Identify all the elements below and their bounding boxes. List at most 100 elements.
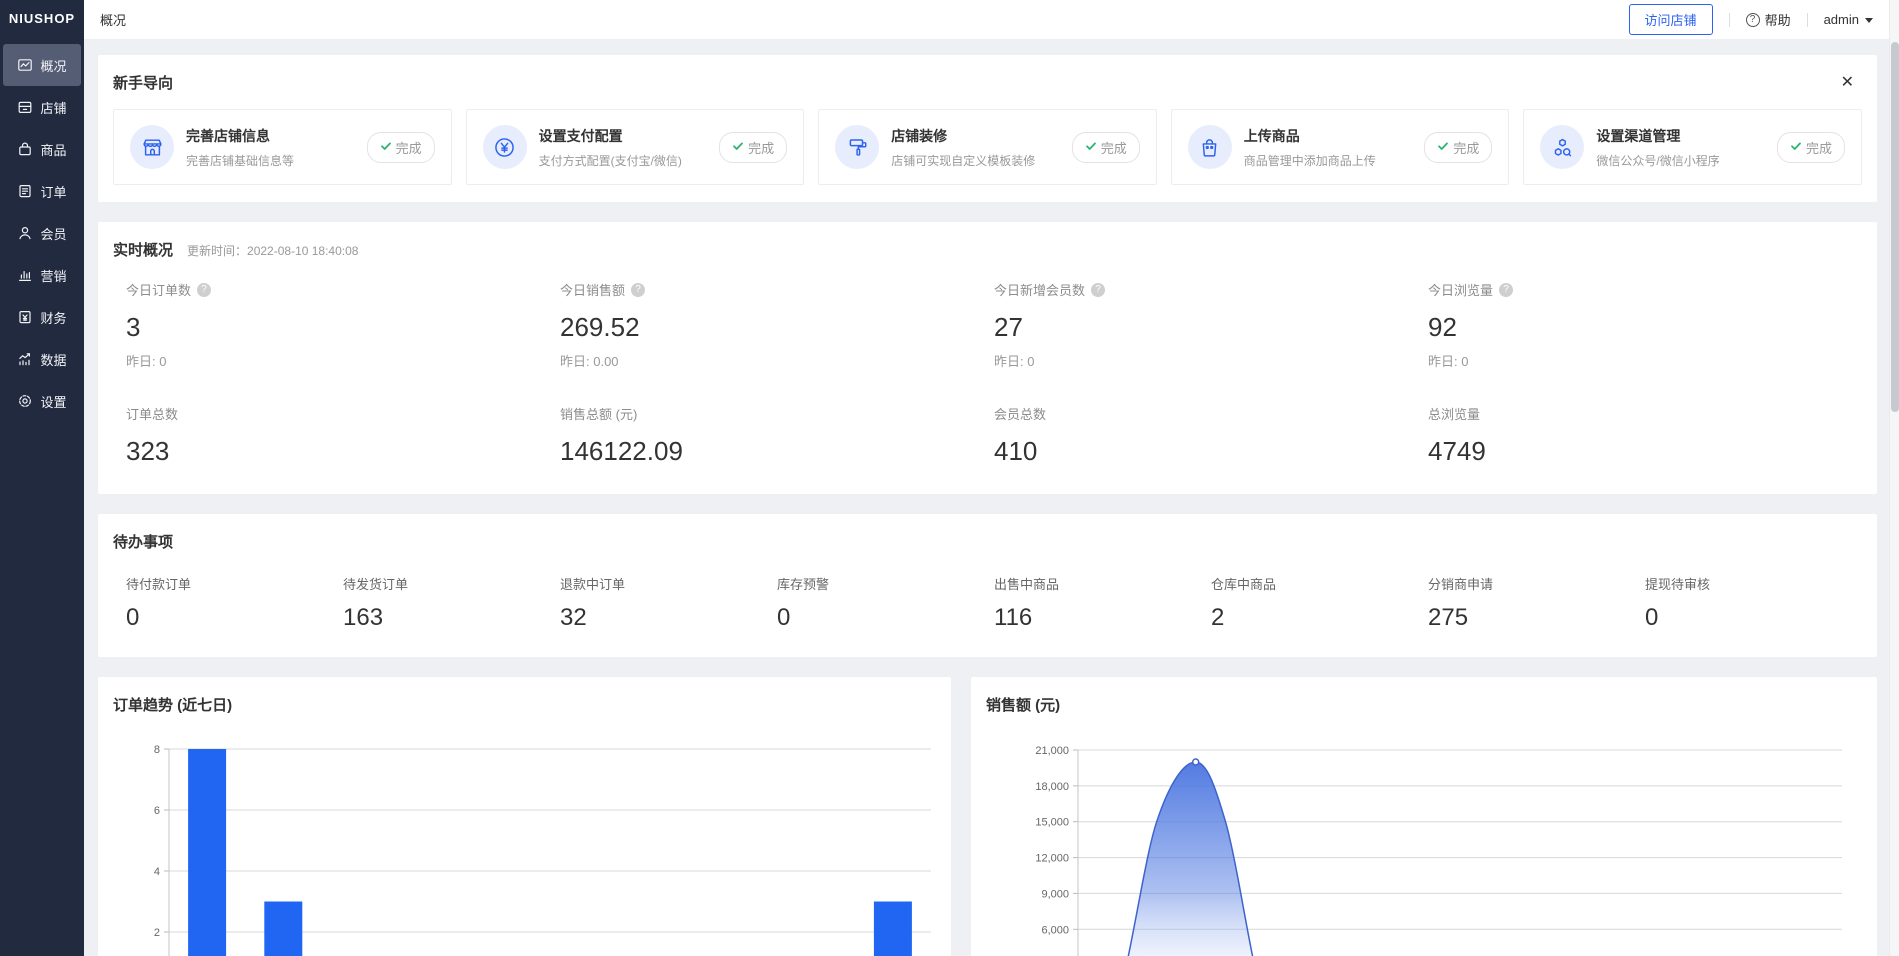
close-icon[interactable]: ✕: [1841, 75, 1854, 91]
stat-cell: 今日浏览量? 92 昨日: 0: [1428, 280, 1862, 370]
help-button[interactable]: ? 帮助: [1746, 10, 1791, 29]
sidebar-item-overview[interactable]: 概况: [3, 44, 81, 86]
stat-cell: 销售总额 (元) 146122.09: [560, 404, 994, 467]
sidebar-item-marketing[interactable]: 营销: [3, 254, 81, 296]
todo-cell[interactable]: 出售中商品116: [994, 574, 1211, 632]
guide-card-title: 上传商品: [1244, 126, 1413, 146]
sidebar-item-label: 设置: [40, 392, 66, 411]
yen-circle-icon: [483, 125, 527, 169]
guide-card-desc: 店铺可实现自定义模板装修: [891, 152, 1060, 169]
check-icon: [380, 140, 392, 155]
overview-icon: [17, 57, 33, 73]
help-icon[interactable]: ?: [197, 283, 211, 297]
stat-cell: 订单总数323: [126, 404, 560, 467]
stat-label: 总浏览量: [1428, 404, 1862, 423]
sidebar-item-shop[interactable]: 店铺: [3, 86, 81, 128]
todo-cell[interactable]: 仓库中商品 2: [1211, 574, 1428, 632]
stat-value: 92: [1428, 311, 1862, 343]
sidebar-item-label: 商品: [40, 140, 66, 159]
stat-value: 4749: [1428, 435, 1862, 467]
svg-text:4: 4: [154, 866, 160, 878]
todo-card: 待办事项 待付款订单0待发货订单163退款中订单32库存预警0出售中商品116仓…: [98, 514, 1877, 657]
todo-label: 待发货订单: [343, 574, 560, 593]
user-menu[interactable]: admin: [1824, 12, 1873, 27]
todo-label: 出售中商品: [994, 574, 1211, 593]
order-icon: [17, 183, 33, 199]
stat-cell: 今日新增会员数?27昨日: 0: [994, 280, 1428, 370]
todo-cell[interactable]: 提现待审核0: [1645, 574, 1862, 632]
guide-card-title: 完善店铺信息: [186, 126, 355, 146]
stat-value: 3: [126, 311, 560, 343]
topbar: 概况 访问店铺 ? 帮助 admin: [84, 0, 1899, 39]
guide-title: 新手导向: [113, 72, 173, 93]
todo-value: 0: [1645, 604, 1862, 632]
todo-cell[interactable]: 库存预警0: [777, 574, 994, 632]
stat-label: 今日新增会员数?: [994, 280, 1428, 299]
todo-cell[interactable]: 待发货订单163: [343, 574, 560, 632]
vertical-scrollbar[interactable]: [1889, 0, 1899, 956]
guide-card[interactable]: 设置渠道管理微信公众号/微信小程序完成: [1523, 109, 1862, 185]
visit-shop-button[interactable]: 访问店铺: [1629, 4, 1713, 35]
content: 新手导向 ✕ 完善店铺信息完善店铺基础信息等完成设置支付配置支付方式配置(支付宝…: [84, 39, 1899, 956]
todo-label: 待付款订单: [126, 574, 343, 593]
guide-card-desc: 商品管理中添加商品上传: [1244, 152, 1413, 169]
sidebar-menu: 概况店铺商品订单会员营销财务数据设置: [0, 44, 84, 422]
todo-label: 分销商申请: [1428, 574, 1645, 593]
todo-label: 仓库中商品: [1211, 574, 1428, 593]
stat-value: 323: [126, 435, 560, 467]
help-icon[interactable]: ?: [1091, 283, 1105, 297]
stat-value: 269.52: [560, 311, 994, 343]
stat-yesterday: 昨日: 0: [1428, 351, 1862, 370]
done-badge: 完成: [719, 132, 787, 163]
help-icon: ?: [1746, 13, 1760, 27]
help-icon[interactable]: ?: [1499, 283, 1513, 297]
update-time: 更新时间：2022-08-10 18:40:08: [187, 242, 358, 259]
stat-label: 今日浏览量?: [1428, 280, 1862, 299]
sidebar-item-goods[interactable]: 商品: [3, 128, 81, 170]
storefront-icon: [130, 125, 174, 169]
stat-label: 会员总数: [994, 404, 1428, 423]
guide-card[interactable]: 店铺装修店铺可实现自定义模板装修完成: [818, 109, 1157, 185]
marketing-icon: [17, 267, 33, 283]
sidebar-item-settings[interactable]: 设置: [3, 380, 81, 422]
todo-value: 32: [560, 604, 777, 632]
sales-title: 销售额 (元): [986, 694, 1862, 715]
stat-value: 146122.09: [560, 435, 994, 467]
sidebar-item-data[interactable]: 数据: [3, 338, 81, 380]
stat-cell: 总浏览量 4749: [1428, 404, 1862, 467]
todo-label: 库存预警: [777, 574, 994, 593]
stat-yesterday: 昨日: 0.00: [560, 351, 994, 370]
guide-card[interactable]: 完善店铺信息完善店铺基础信息等完成: [113, 109, 452, 185]
divider: [1807, 13, 1808, 27]
paint-roller-icon: [835, 125, 879, 169]
svg-text:15,000: 15,000: [1035, 817, 1069, 829]
todo-cell[interactable]: 分销商申请275: [1428, 574, 1645, 632]
sidebar-item-order[interactable]: 订单: [3, 170, 81, 212]
todo-cell[interactable]: 待付款订单0: [126, 574, 343, 632]
scrollbar-thumb[interactable]: [1891, 42, 1899, 412]
sidebar-item-label: 财务: [40, 308, 66, 327]
todo-cell[interactable]: 退款中订单32: [560, 574, 777, 632]
realtime-title: 实时概况: [113, 239, 173, 260]
todo-value: 2: [1211, 604, 1428, 632]
todo-grid: 待付款订单0待发货订单163退款中订单32库存预警0出售中商品116仓库中商品2…: [113, 574, 1862, 640]
guide-card-title: 店铺装修: [891, 126, 1060, 146]
breadcrumb: 概况: [100, 10, 1629, 29]
stat-label: 销售总额 (元): [560, 404, 994, 423]
sidebar-item-member[interactable]: 会员: [3, 212, 81, 254]
guide-card[interactable]: 设置支付配置支付方式配置(支付宝/微信)完成: [466, 109, 805, 185]
sidebar-item-label: 概况: [40, 56, 66, 75]
username: admin: [1824, 12, 1859, 27]
done-badge: 完成: [1777, 132, 1845, 163]
stat-label: 今日订单数?: [126, 280, 560, 299]
sidebar-item-label: 数据: [40, 350, 66, 369]
stat-yesterday: 昨日: 0: [126, 351, 560, 370]
svg-text:21,000: 21,000: [1035, 745, 1069, 757]
help-icon[interactable]: ?: [631, 283, 645, 297]
guide-card[interactable]: 上传商品商品管理中添加商品上传完成: [1171, 109, 1510, 185]
svg-text:12,000: 12,000: [1035, 853, 1069, 865]
stats-grid: 今日订单数?3昨日: 0今日销售额?269.52昨日: 0.00今日新增会员数?…: [113, 280, 1862, 477]
order-trend-card: 订单趋势 (近七日) 2468: [98, 677, 951, 956]
goods-icon: [17, 141, 33, 157]
sidebar-item-finance[interactable]: 财务: [3, 296, 81, 338]
